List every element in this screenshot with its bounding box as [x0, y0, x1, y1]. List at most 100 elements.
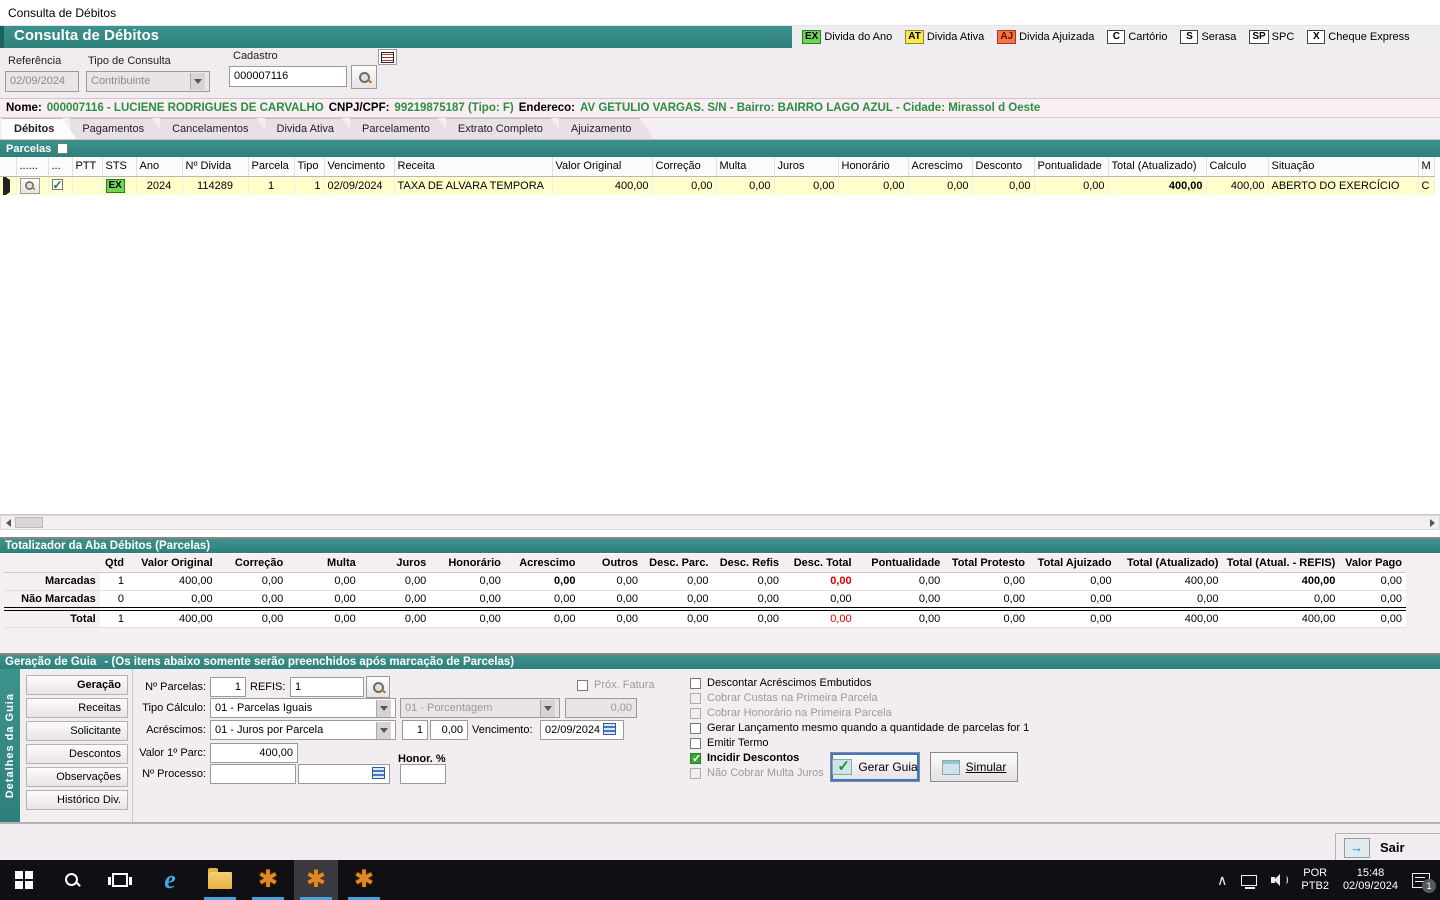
- cobrar-custas-row[interactable]: Cobrar Custas na Primeira Parcela: [690, 692, 878, 704]
- table-row[interactable]: EX 2024 114289 1 1 02/09/2024 TAXA DE AL…: [0, 176, 1434, 195]
- gerar-guia-button[interactable]: Gerar Guia: [830, 752, 920, 782]
- historico-div-button[interactable]: Histórico Div.: [26, 790, 128, 810]
- acrescimo-cell: 0,00: [908, 176, 972, 195]
- acrescimos-n-input[interactable]: 1: [402, 720, 428, 740]
- at-badge-icon: AT: [905, 30, 924, 44]
- start-button[interactable]: [2, 860, 46, 900]
- acrescimos-select[interactable]: 01 - Juros por Parcela: [210, 720, 396, 740]
- task-view-button[interactable]: [98, 860, 142, 900]
- calendar-icon[interactable]: [372, 767, 385, 779]
- nao-cobrar-multa-checkbox[interactable]: [690, 768, 701, 779]
- descontos-button[interactable]: Descontos: [26, 744, 128, 764]
- descontar-acrescimos-row[interactable]: Descontar Acréscimos Embutidos: [690, 677, 871, 689]
- tab-pagamentos[interactable]: Pagamentos: [70, 118, 166, 139]
- speaker-icon[interactable]: [1271, 874, 1287, 886]
- window-title-bar: Consulta de Débitos: [0, 0, 1440, 26]
- geracao-button[interactable]: Geração: [26, 675, 128, 695]
- incidir-descontos-row[interactable]: Incidir Descontos: [690, 752, 799, 764]
- totalizador-title: Totalizador da Aba Débitos (Parcelas): [5, 540, 210, 552]
- ano-cell: 2024: [136, 176, 182, 195]
- tab-cancelamentos[interactable]: Cancelamentos: [160, 118, 270, 139]
- internet-explorer-button[interactable]: e: [148, 860, 192, 900]
- tab-parcelamento[interactable]: Parcelamento: [350, 118, 452, 139]
- app-window-1-button[interactable]: ✱: [246, 860, 290, 900]
- windows-logo-icon: [15, 871, 33, 889]
- tab-extrato-completo[interactable]: Extrato Completo: [446, 118, 565, 139]
- porcentagem-select[interactable]: 01 - Porcentagem: [400, 698, 560, 718]
- tab-debitos[interactable]: Débitos: [2, 118, 76, 139]
- taskbar-search-button[interactable]: [50, 860, 94, 900]
- cadastro-list-button[interactable]: [378, 49, 397, 65]
- cadastro-input[interactable]: 000007116: [229, 66, 347, 87]
- simular-button[interactable]: Simular: [930, 752, 1018, 782]
- emitir-termo-checkbox[interactable]: [690, 738, 701, 749]
- sair-group: Sair: [1335, 833, 1440, 861]
- row-detail-button[interactable]: [20, 178, 40, 194]
- n-parcelas-input[interactable]: 1: [210, 677, 246, 697]
- honor-input[interactable]: [400, 764, 446, 784]
- prox-fatura-checkbox-row[interactable]: Próx. Fatura: [577, 679, 655, 691]
- incidir-descontos-checkbox[interactable]: [690, 753, 701, 764]
- status-legend: EXDivida do Ano ATDivida Ativa AJDivida …: [792, 26, 1440, 48]
- refis-search-button[interactable]: [366, 676, 390, 698]
- vencimento-input[interactable]: 02/09/2024: [540, 720, 624, 740]
- search-icon: [25, 181, 34, 190]
- acrescimos-valor-input[interactable]: 0,00: [430, 720, 468, 740]
- geracao-button-column: Geração Receitas Solicitante Descontos O…: [26, 675, 128, 813]
- receitas-button[interactable]: Receitas: [26, 698, 128, 718]
- scroll-right-arrow-icon[interactable]: [1425, 516, 1439, 529]
- cobrar-honorario-row[interactable]: Cobrar Honorário na Primeira Parcela: [690, 707, 892, 719]
- tab-divida-ativa[interactable]: Divida Ativa: [265, 118, 356, 139]
- endereco-label: Endereco:: [519, 102, 575, 114]
- processo-input[interactable]: [210, 764, 296, 784]
- processo-data-input[interactable]: [298, 764, 390, 784]
- gerar-lancamento-checkbox[interactable]: [690, 723, 701, 734]
- tipo-consulta-select[interactable]: Contribuinte: [86, 71, 210, 92]
- chevron-down-icon: [540, 700, 555, 717]
- search-icon: [373, 682, 384, 693]
- check-document-icon: [832, 759, 852, 775]
- legend-serasa: SSerasa: [1180, 30, 1236, 44]
- cadastro-search-button[interactable]: [351, 65, 377, 89]
- app-window-3-button[interactable]: ✱: [342, 860, 386, 900]
- emitir-termo-row[interactable]: Emitir Termo: [690, 737, 769, 749]
- scrollbar-thumb[interactable]: [15, 517, 43, 528]
- exit-icon[interactable]: [1344, 838, 1370, 858]
- observacoes-button[interactable]: Observações: [26, 767, 128, 787]
- app-window-2-button[interactable]: ✱: [294, 860, 338, 900]
- parcelas-select-all-checkbox[interactable]: [57, 143, 68, 154]
- tipo-calculo-select[interactable]: 01 - Parcelas Iguais: [210, 698, 396, 718]
- cobrar-custas-checkbox[interactable]: [690, 693, 701, 704]
- language-indicator[interactable]: PORPTB2: [1301, 867, 1329, 893]
- horizontal-scrollbar[interactable]: [0, 515, 1440, 530]
- clock[interactable]: 15:4802/09/2024: [1343, 867, 1398, 893]
- row-select-checkbox[interactable]: [52, 179, 63, 190]
- gerar-lancamento-row[interactable]: Gerar Lançamento mesmo quando a quantida…: [690, 722, 1029, 734]
- tray-chevron-icon[interactable]: ∧: [1217, 872, 1227, 889]
- detalhes-da-guia-tab[interactable]: Detalhes da Guia: [0, 669, 20, 822]
- cobrar-honorario-checkbox[interactable]: [690, 708, 701, 719]
- sair-button[interactable]: Sair: [1380, 840, 1405, 855]
- system-tray: ∧ PORPTB2 15:4802/09/2024 1: [1217, 860, 1440, 900]
- porcentagem-amount-input[interactable]: 0,00: [565, 698, 637, 718]
- nao-cobrar-multa-row[interactable]: Não Cobrar Multa Juros: [690, 767, 824, 779]
- solicitante-button[interactable]: Solicitante: [26, 721, 128, 741]
- chevron-down-icon: [376, 700, 391, 717]
- refis-label: REFIS:: [250, 681, 288, 693]
- prox-fatura-checkbox[interactable]: [577, 680, 588, 691]
- refis-input[interactable]: 1: [290, 677, 364, 697]
- list-icon: [381, 52, 394, 63]
- app-icon: ✱: [258, 868, 278, 892]
- tab-ajuizamento[interactable]: Ajuizamento: [559, 118, 654, 139]
- descontar-acrescimos-checkbox[interactable]: [690, 678, 701, 689]
- referencia-field[interactable]: 02/09/2024: [5, 71, 79, 92]
- divida-cell: 114289: [182, 176, 248, 195]
- parcela-cell: 1: [248, 176, 294, 195]
- network-icon[interactable]: [1241, 875, 1257, 886]
- calendar-icon[interactable]: [603, 723, 616, 735]
- file-explorer-button[interactable]: [198, 860, 242, 900]
- totalizador-section-header: Totalizador da Aba Débitos (Parcelas): [0, 537, 1440, 553]
- valor-parc-input[interactable]: 400,00: [210, 743, 298, 763]
- scroll-left-arrow-icon[interactable]: [1, 516, 15, 529]
- notification-icon[interactable]: 1: [1412, 873, 1430, 888]
